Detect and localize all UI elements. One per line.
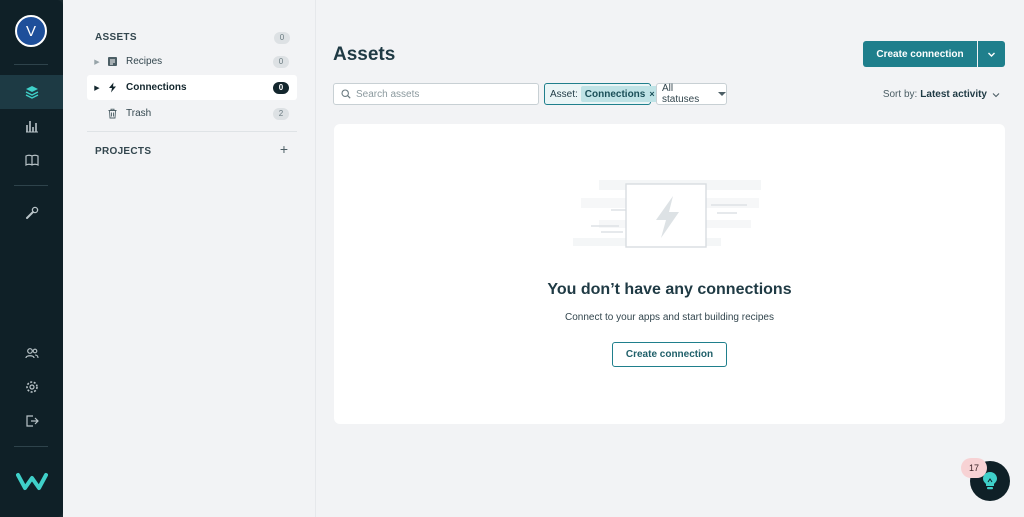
create-options-button[interactable] (978, 41, 1005, 67)
lightning-icon (104, 82, 120, 93)
count-badge: 2 (273, 108, 289, 120)
book-icon[interactable] (0, 143, 63, 177)
sidebar-item-recipes[interactable]: ▶ Recipes 0 (87, 49, 297, 74)
page-title: Assets (333, 44, 396, 65)
search-input[interactable] (356, 88, 531, 100)
empty-create-connection-button[interactable]: Create connection (612, 342, 727, 367)
empty-state-card: You don’t have any connections Connect t… (334, 124, 1005, 424)
filter-value-tag: Connections × (580, 86, 659, 102)
empty-state-title: You don’t have any connections (547, 281, 792, 298)
sort-control[interactable]: Sort by: Latest activity (883, 89, 1000, 100)
asset-filter-chip[interactable]: Asset: Connections × (544, 83, 659, 105)
chevron-down-icon (992, 92, 1000, 97)
wrench-icon[interactable] (0, 196, 63, 230)
icon-rail: V (0, 0, 63, 517)
layers-icon[interactable] (0, 75, 63, 109)
count-badge: 0 (273, 82, 289, 94)
sidebar-item-label: Connections (126, 82, 187, 93)
chevron-down-icon (988, 52, 995, 57)
filter-label: Asset: (550, 88, 578, 100)
assets-heading: ASSETS (95, 32, 137, 43)
expand-caret-icon[interactable]: ▶ (92, 58, 102, 66)
settings-icon[interactable] (0, 370, 63, 404)
bar-chart-icon[interactable] (0, 109, 63, 143)
add-project-button[interactable]: + (278, 142, 290, 156)
assets-sidebar: ASSETS 0 ▶ Recipes 0 ▶ Connections 0 Tra… (63, 0, 316, 517)
dropdown-arrow-icon (718, 92, 726, 96)
expand-caret-icon[interactable]: ▶ (92, 84, 102, 92)
sort-value: Latest activity (920, 89, 987, 100)
empty-connections-illustration (573, 180, 761, 248)
assets-count-badge: 0 (274, 32, 290, 44)
trash-icon (104, 108, 120, 119)
main-content: Assets Create connection Asset: Connecti… (316, 0, 1024, 517)
recipe-icon (104, 56, 120, 67)
projects-heading: PROJECTS (95, 146, 152, 157)
avatar-initial: V (25, 22, 36, 40)
count-badge: 0 (273, 56, 289, 68)
status-filter-value: All statuses (662, 83, 700, 105)
rail-divider (14, 185, 48, 186)
status-filter-select[interactable]: All statuses (656, 83, 727, 105)
rail-divider (14, 446, 48, 447)
sidebar-item-label: Recipes (126, 56, 163, 67)
sidebar-item-trash[interactable]: Trash 2 (87, 101, 297, 126)
remove-filter-button[interactable]: × (649, 89, 654, 99)
notification-count-badge[interactable]: 17 (961, 458, 987, 478)
user-avatar[interactable]: V (15, 15, 47, 47)
search-box[interactable] (333, 83, 539, 105)
rail-divider (14, 64, 48, 65)
workato-logo[interactable] (16, 470, 48, 492)
users-icon[interactable] (0, 336, 63, 370)
logout-icon[interactable] (0, 404, 63, 438)
sidebar-item-connections[interactable]: ▶ Connections 0 (87, 75, 297, 100)
sidebar-divider (87, 131, 297, 132)
empty-state-subtitle: Connect to your apps and start building … (564, 312, 774, 323)
sort-label: Sort by: (882, 89, 918, 100)
create-connection-button[interactable]: Create connection (863, 41, 977, 67)
filter-value: Connections (584, 88, 646, 100)
sidebar-item-label: Trash (126, 108, 152, 119)
app-window: V ASSETS 0 ▶ Recipes 0 ▶ Connections 0 T… (0, 0, 1024, 517)
search-icon (341, 89, 351, 99)
